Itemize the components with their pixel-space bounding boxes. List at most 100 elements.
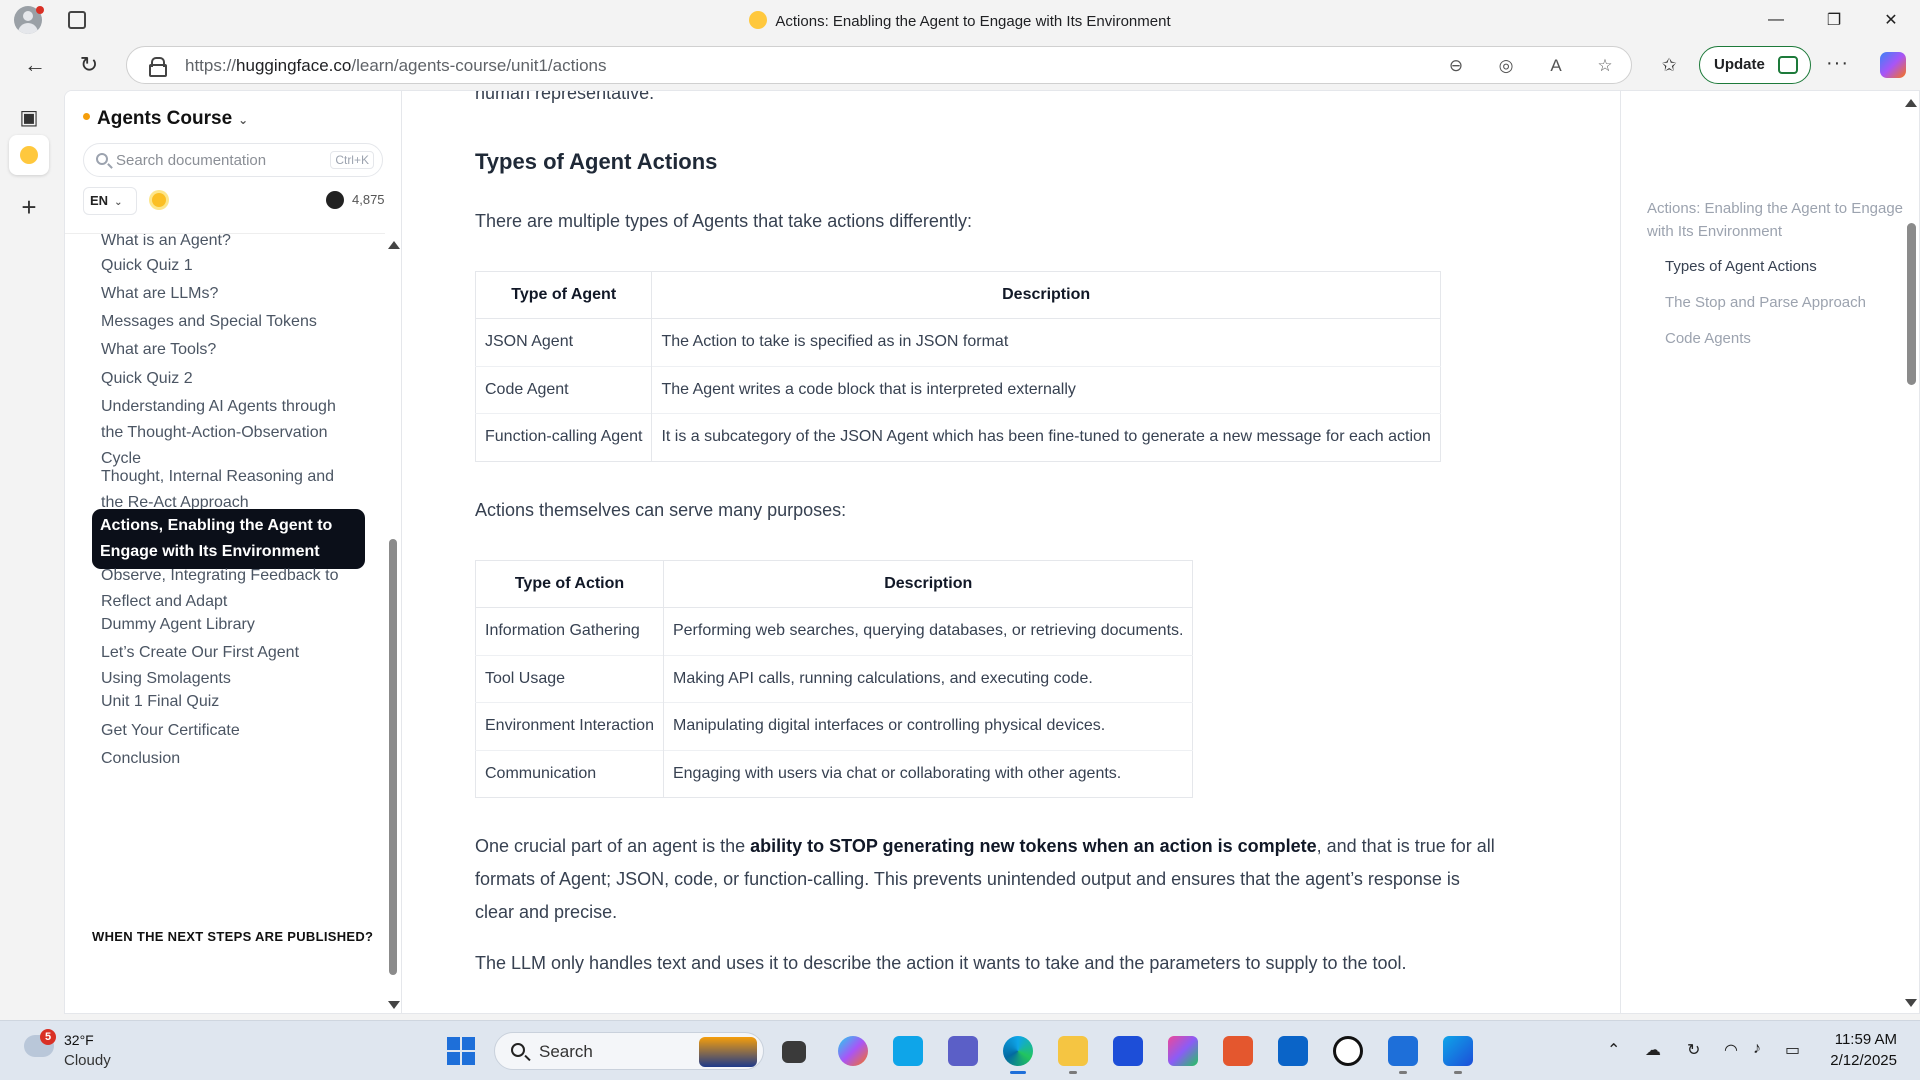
page-scrollbar[interactable] <box>1901 91 1919 1013</box>
sidebar-header: Agents Course ⌄ Ctrl+K EN⌄ 4,875 <box>65 91 402 233</box>
notepad-icon[interactable] <box>1388 1036 1418 1066</box>
table-cell: Function-calling Agent <box>475 413 652 461</box>
weather-temperature[interactable]: 32°F <box>64 1032 94 1048</box>
tab-title-text: Actions: Enabling the Agent to Engage wi… <box>775 13 1171 30</box>
onedrive-cloud-icon[interactable]: ☁ <box>1645 1040 1661 1060</box>
zoom-out-icon[interactable]: ⊖ <box>1445 55 1467 77</box>
tab-hugging-face[interactable] <box>9 135 49 175</box>
previous-paragraph-tail: human representative. <box>475 91 655 103</box>
sidebar-item-what-is-an-agent[interactable]: What is an Agent? <box>101 234 341 254</box>
microsoft-store-icon[interactable] <box>1113 1036 1143 1066</box>
favorites-icon[interactable]: ✩ <box>1656 52 1682 78</box>
language-select[interactable]: EN ⌄ <box>83 187 137 215</box>
paint-icon[interactable] <box>1443 1036 1473 1066</box>
course-selector[interactable]: Agents Course ⌄ <box>83 108 248 130</box>
sidebar-nav-list: What is an Agent? Quick Quiz 1 What are … <box>65 233 385 1013</box>
intro-paragraph: There are multiple types of Agents that … <box>475 211 972 231</box>
favorite-star-icon[interactable]: ☆ <box>1594 55 1616 77</box>
taskbar-search[interactable]: Search <box>494 1032 764 1070</box>
sidebar-item-actions[interactable]: Actions, Enabling the Agent to Engage wi… <box>92 509 365 569</box>
sidebar-item-what-are-llms[interactable]: What are LLMs? <box>101 281 341 307</box>
wifi-icon[interactable]: ◠ <box>1724 1040 1738 1060</box>
sidebar-item-get-your-certificate[interactable]: Get Your Certificate <box>101 718 341 744</box>
windows-taskbar: 5 32°F Cloudy Search ⌃ ☁ ↻ ◠ ♪ ▭ 11:59 A… <box>0 1020 1920 1080</box>
sidebar-item-first-agent-smolagents[interactable]: Let’s Create Our First Agent Using Smola… <box>101 640 341 692</box>
file-explorer-icon[interactable] <box>1058 1036 1088 1066</box>
url-domain: huggingface.co <box>236 56 352 75</box>
lock-icon[interactable] <box>149 57 167 77</box>
taskbar-search-label: Search <box>539 1042 593 1061</box>
sidebar-item-messages-special-tokens[interactable]: Messages and Special Tokens <box>101 309 341 335</box>
github-stars-count[interactable]: 4,875 <box>352 192 385 207</box>
read-aloud-icon[interactable]: A <box>1545 55 1567 77</box>
outlook-icon[interactable] <box>1278 1036 1308 1066</box>
sidebar-item-unit-1-final-quiz[interactable]: Unit 1 Final Quiz <box>101 689 341 715</box>
restore-button[interactable]: ❐ <box>1809 0 1859 40</box>
scroll-down-arrow-icon[interactable] <box>1905 999 1917 1007</box>
search-icon <box>511 1043 525 1057</box>
paint-indicator <box>1454 1071 1462 1074</box>
update-button[interactable]: Update <box>1699 46 1811 84</box>
page-scroll-thumb[interactable] <box>1907 223 1916 385</box>
volume-icon[interactable]: ♪ <box>1753 1040 1761 1058</box>
address-bar[interactable]: https://huggingface.co/learn/agents-cour… <box>126 46 1632 84</box>
tab-actions-icon[interactable]: ▣ <box>14 102 44 132</box>
stop-generation-paragraph: One crucial part of an agent is the abil… <box>475 836 1495 922</box>
file-explorer-indicator <box>1069 1071 1077 1074</box>
minimize-button[interactable]: — <box>1751 0 1801 40</box>
refresh-icon[interactable]: ↻ <box>76 52 102 78</box>
windows-start-icon[interactable] <box>447 1037 475 1065</box>
chatgpt-icon[interactable] <box>1333 1036 1363 1066</box>
task-view-icon[interactable] <box>782 1041 806 1063</box>
edge-icon[interactable] <box>1003 1036 1033 1066</box>
next-steps-section-title[interactable]: WHEN THE NEXT STEPS ARE PUBLISHED? <box>92 929 373 944</box>
ubuntu-icon[interactable] <box>1223 1036 1253 1066</box>
search-box[interactable]: Ctrl+K <box>83 143 383 177</box>
show-hidden-icons-chevron-icon[interactable]: ⌃ <box>1607 1040 1620 1060</box>
scroll-down-arrow-icon[interactable] <box>388 1001 400 1009</box>
llm-text-paragraph: The LLM only handles text and uses it to… <box>475 953 1407 973</box>
sidebar-item-thought-action-observation[interactable]: Understanding AI Agents through the Thou… <box>101 394 341 472</box>
tracking-prevention-icon[interactable]: ◎ <box>1495 55 1517 77</box>
clock-time[interactable]: 11:59 AM <box>1825 1031 1897 1048</box>
teams-icon[interactable] <box>948 1036 978 1066</box>
new-tab-icon[interactable]: + <box>14 192 44 222</box>
remote-desktop-icon[interactable] <box>893 1036 923 1066</box>
url-text[interactable]: https://huggingface.co/learn/agents-cour… <box>185 56 607 76</box>
sidebar-scrollbar[interactable] <box>385 233 401 1013</box>
update-heart-icon <box>1778 56 1798 74</box>
table-row: Communication Engaging with users via ch… <box>475 749 1193 798</box>
battery-icon[interactable]: ▭ <box>1785 1040 1800 1060</box>
sidebar-item-quick-quiz-1[interactable]: Quick Quiz 1 <box>101 253 341 279</box>
table-of-contents: Actions: Enabling the Agent to Engage wi… <box>1620 91 1919 1013</box>
hugging-face-favicon-icon <box>749 11 768 29</box>
sidebar-item-observe[interactable]: Observe, Integrating Feedback to Reflect… <box>101 563 341 615</box>
toc-item-code-agents[interactable]: Code Agents <box>1665 327 1751 350</box>
search-input[interactable] <box>116 152 316 169</box>
github-icon[interactable] <box>326 191 344 209</box>
sidebar-item-dummy-agent-library[interactable]: Dummy Agent Library <box>101 612 341 638</box>
sync-icon[interactable]: ↻ <box>1687 1040 1700 1060</box>
toc-title-link[interactable]: Actions: Enabling the Agent to Engage wi… <box>1647 197 1917 243</box>
update-label: Update <box>1714 56 1765 73</box>
back-arrow-icon[interactable]: ← <box>22 52 48 78</box>
copilot-app-icon[interactable] <box>838 1036 868 1066</box>
sidebar-item-conclusion[interactable]: Conclusion <box>101 746 341 772</box>
agent-types-table: Type of Agent Description JSON Agent The… <box>475 271 1441 462</box>
toc-item-stop-and-parse[interactable]: The Stop and Parse Approach <box>1665 291 1866 314</box>
scroll-up-arrow-icon[interactable] <box>1905 99 1917 107</box>
sidebar-item-quick-quiz-2[interactable]: Quick Quiz 2 <box>101 366 341 392</box>
scroll-up-arrow-icon[interactable] <box>388 241 400 249</box>
theme-toggle-sun-icon[interactable] <box>152 193 166 207</box>
toc-item-types-of-agent-actions[interactable]: Types of Agent Actions <box>1665 255 1817 278</box>
close-window-button[interactable]: ✕ <box>1866 0 1916 40</box>
docs-sidebar: Agents Course ⌄ Ctrl+K EN⌄ 4,875 What is … <box>65 91 402 1013</box>
clock-date[interactable]: 2/12/2025 <box>1815 1052 1897 1069</box>
weather-condition[interactable]: Cloudy <box>64 1052 111 1069</box>
sidebar-scroll-thumb[interactable] <box>389 539 397 975</box>
more-options-icon[interactable]: ··· <box>1826 52 1849 75</box>
sidebar-item-what-are-tools[interactable]: What are Tools? <box>101 337 341 363</box>
table-header: Type of Action <box>475 560 664 608</box>
copilot-icon[interactable] <box>1880 52 1906 78</box>
power-automate-icon[interactable] <box>1168 1036 1198 1066</box>
